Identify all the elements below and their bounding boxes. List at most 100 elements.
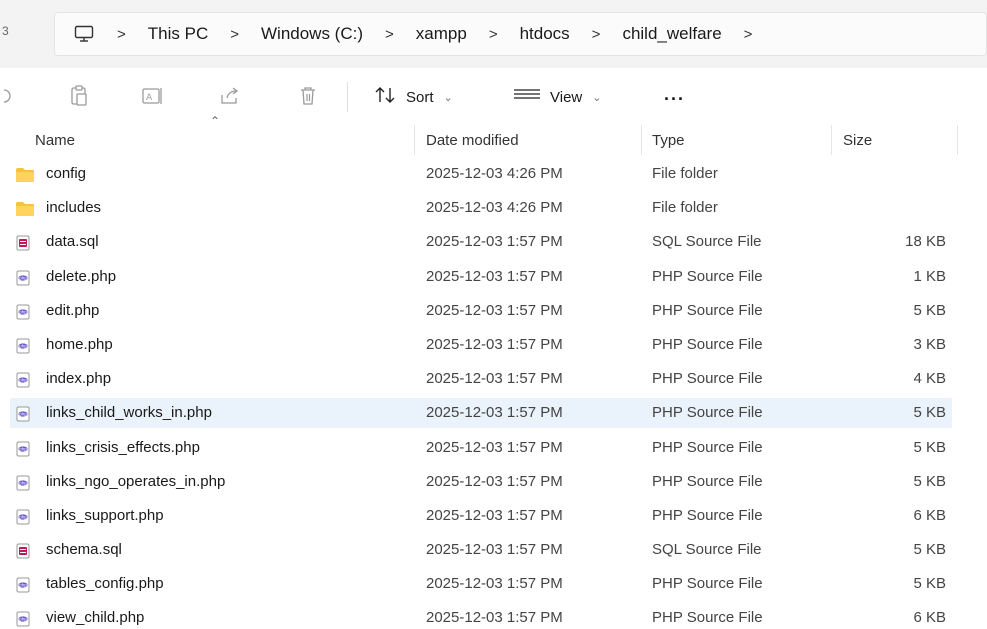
file-date-modified: 2025-12-03 1:57 PM xyxy=(426,335,563,353)
column-header-name[interactable]: Name xyxy=(35,125,75,155)
view-button[interactable]: View ⌄ xyxy=(512,82,601,112)
file-row[interactable]: config 2025-12-03 4:26 PM File folder xyxy=(0,159,987,193)
share-icon[interactable] xyxy=(218,84,242,108)
file-row[interactable]: php links_child_works_in.php 2025-12-03 1:… xyxy=(0,398,987,432)
new-item-icon[interactable] xyxy=(0,84,14,108)
file-date-modified: 2025-12-03 1:57 PM xyxy=(426,575,563,593)
file-size: 18 KB xyxy=(905,233,946,251)
file-name[interactable]: delete.php xyxy=(46,268,116,285)
sort-label: Sort xyxy=(406,88,434,106)
view-label: View xyxy=(550,88,583,106)
file-type: File folder xyxy=(652,199,718,217)
file-name[interactable]: data.sql xyxy=(46,233,99,250)
file-size: 5 KB xyxy=(913,438,946,456)
breadcrumb-separator[interactable]: > xyxy=(592,26,601,43)
file-row[interactable]: php view_child.php 2025-12-03 1:57 PM PHP S… xyxy=(0,603,987,629)
file-date-modified: 2025-12-03 1:57 PM xyxy=(426,301,563,319)
file-type: PHP Source File xyxy=(652,370,763,388)
file-size: 4 KB xyxy=(913,370,946,388)
file-row[interactable]: php home.php 2025-12-03 1:57 PM PHP Source … xyxy=(0,330,987,364)
edge-glyph: 3 xyxy=(2,24,9,38)
file-size: 5 KB xyxy=(913,472,946,490)
php-file-icon: php xyxy=(15,577,35,593)
file-name[interactable]: edit.php xyxy=(46,302,99,319)
breadcrumb-this-pc[interactable]: This PC xyxy=(148,24,208,44)
file-name[interactable]: view_child.php xyxy=(46,609,144,626)
breadcrumb-separator[interactable]: > xyxy=(744,26,753,43)
file-date-modified: 2025-12-03 1:57 PM xyxy=(426,370,563,388)
breadcrumb: > This PC > Windows (C:) > xampp > htdoc… xyxy=(95,24,774,44)
file-size: 6 KB xyxy=(913,506,946,524)
address-bar[interactable]: > This PC > Windows (C:) > xampp > htdoc… xyxy=(54,12,987,56)
file-date-modified: 2025-12-03 1:57 PM xyxy=(426,472,563,490)
file-type: PHP Source File xyxy=(652,404,763,422)
breadcrumb-separator[interactable]: > xyxy=(385,26,394,43)
column-divider[interactable] xyxy=(414,125,415,155)
file-size: 5 KB xyxy=(913,541,946,559)
file-type: PHP Source File xyxy=(652,301,763,319)
file-row[interactable]: includes 2025-12-03 4:26 PM File folder xyxy=(0,193,987,227)
file-type: SQL Source File xyxy=(652,233,762,251)
delete-icon[interactable] xyxy=(296,84,320,108)
file-type: SQL Source File xyxy=(652,541,762,559)
more-options-button[interactable]: ... xyxy=(664,84,685,105)
sql-file-icon xyxy=(15,235,35,251)
php-file-icon: php xyxy=(15,304,35,320)
breadcrumb-separator[interactable]: > xyxy=(230,26,239,43)
file-size: 5 KB xyxy=(913,575,946,593)
file-name[interactable]: links_child_works_in.php xyxy=(46,404,212,421)
file-row[interactable]: php tables_config.php 2025-12-03 1:57 PM PH… xyxy=(0,569,987,603)
file-name[interactable]: config xyxy=(46,165,86,182)
breadcrumb-child-welfare[interactable]: child_welfare xyxy=(622,24,721,44)
file-date-modified: 2025-12-03 1:57 PM xyxy=(426,233,563,251)
svg-text:php: php xyxy=(19,378,27,383)
breadcrumb-separator[interactable]: > xyxy=(489,26,498,43)
file-size: 1 KB xyxy=(913,267,946,285)
svg-text:php: php xyxy=(19,344,27,349)
file-row[interactable]: php links_support.php 2025-12-03 1:57 PM PH… xyxy=(0,501,987,535)
file-row[interactable]: php index.php 2025-12-03 1:57 PM PHP Source… xyxy=(0,364,987,398)
rename-icon[interactable]: A xyxy=(141,84,165,108)
file-date-modified: 2025-12-03 1:57 PM xyxy=(426,438,563,456)
column-header-size[interactable]: Size xyxy=(843,125,872,155)
file-type: PHP Source File xyxy=(652,575,763,593)
file-row[interactable]: php delete.php 2025-12-03 1:57 PM PHP Sourc… xyxy=(0,262,987,296)
php-file-icon: php xyxy=(15,372,35,388)
file-name[interactable]: home.php xyxy=(46,336,113,353)
breadcrumb-windows-c[interactable]: Windows (C:) xyxy=(261,24,363,44)
file-row[interactable]: php edit.php 2025-12-03 1:57 PM PHP Source … xyxy=(0,296,987,330)
file-name[interactable]: links_support.php xyxy=(46,507,164,524)
toolbar-divider xyxy=(347,82,348,112)
file-name[interactable]: links_crisis_effects.php xyxy=(46,439,200,456)
column-header-date[interactable]: Date modified xyxy=(426,125,519,155)
breadcrumb-htdocs[interactable]: htdocs xyxy=(520,24,570,44)
php-file-icon: php xyxy=(15,406,35,422)
column-divider[interactable] xyxy=(831,125,832,155)
column-header-type[interactable]: Type xyxy=(652,125,685,155)
sort-button[interactable]: Sort ⌄ xyxy=(374,82,453,112)
file-size: 5 KB xyxy=(913,301,946,319)
file-date-modified: 2025-12-03 1:57 PM xyxy=(426,541,563,559)
file-type: PHP Source File xyxy=(652,267,763,285)
svg-text:php: php xyxy=(19,275,27,280)
file-name[interactable]: includes xyxy=(46,199,101,216)
file-name[interactable]: index.php xyxy=(46,370,111,387)
command-bar: A Sort ⌄ View ⌄ ... xyxy=(0,68,987,124)
computer-icon[interactable] xyxy=(73,23,95,45)
svg-text:php: php xyxy=(19,412,27,417)
paste-icon[interactable] xyxy=(67,84,91,108)
breadcrumb-separator[interactable]: > xyxy=(117,26,126,43)
file-name[interactable]: schema.sql xyxy=(46,541,122,558)
column-divider[interactable] xyxy=(957,125,958,155)
file-type: PHP Source File xyxy=(652,472,763,490)
file-row[interactable]: schema.sql 2025-12-03 1:57 PM SQL Source F… xyxy=(0,535,987,569)
file-name[interactable]: links_ngo_operates_in.php xyxy=(46,473,225,490)
file-name[interactable]: tables_config.php xyxy=(46,575,164,592)
file-row[interactable]: php links_crisis_effects.php 2025-12-03 1:… xyxy=(0,433,987,467)
file-row[interactable]: data.sql 2025-12-03 1:57 PM SQL Source Fil… xyxy=(0,227,987,261)
file-date-modified: 2025-12-03 1:57 PM xyxy=(426,506,563,524)
php-file-icon: php xyxy=(15,475,35,491)
file-row[interactable]: php links_ngo_operates_in.php 2025-12-03 1… xyxy=(0,467,987,501)
breadcrumb-xampp[interactable]: xampp xyxy=(416,24,467,44)
column-divider[interactable] xyxy=(641,125,642,155)
